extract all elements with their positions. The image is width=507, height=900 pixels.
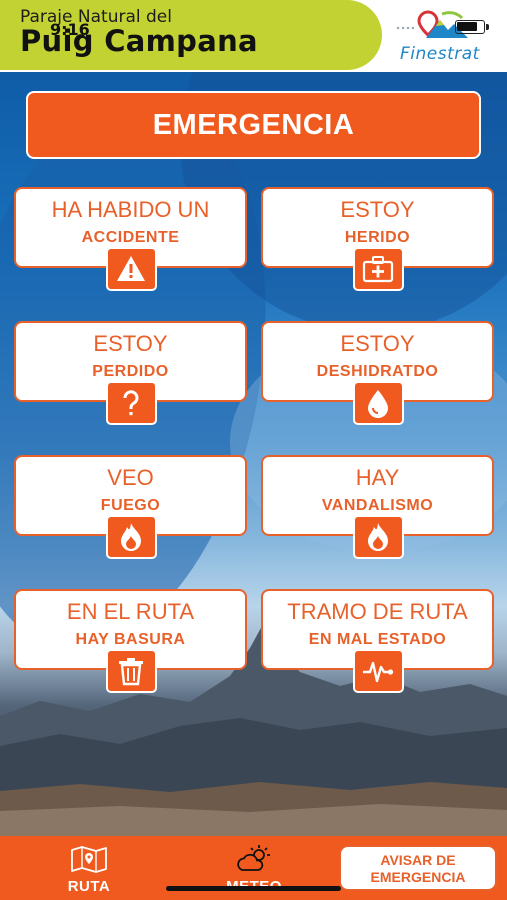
card-line1: TRAMO DE RUTA	[287, 599, 468, 624]
card-fire[interactable]: VEO FUEGO	[14, 455, 247, 559]
card-vandalism[interactable]: HAY VANDALISMO	[261, 455, 494, 559]
card-line1: EN EL RUTA	[66, 599, 195, 624]
card-line2: DESHIDRATDO	[316, 363, 439, 380]
card-line1: ESTOY	[93, 331, 168, 356]
home-indicator[interactable]	[166, 886, 341, 891]
fire-icon	[105, 515, 157, 559]
title-pill: Paraje Natural del Puig Campana 9:16	[0, 0, 382, 70]
card-accident[interactable]: HA HABIDO UN ACCIDENTE	[14, 187, 247, 291]
card-line2: EN MAL ESTADO	[308, 631, 447, 648]
card-line1: ESTOY	[340, 197, 415, 222]
card-lost[interactable]: ESTOY PERDIDO	[14, 321, 247, 425]
warning-icon	[105, 247, 157, 291]
card-line1: HA HABIDO UN	[51, 197, 210, 222]
card-bad-trail[interactable]: TRAMO DE RUTA EN MAL ESTADO	[261, 589, 494, 693]
alert-button-line2: EMERGENCIA	[370, 869, 466, 885]
card-line2: PERDIDO	[92, 363, 169, 380]
map-icon	[71, 846, 107, 873]
app-header: Paraje Natural del Puig Campana 9:16 Fin…	[0, 0, 507, 72]
card-dehydrated[interactable]: ESTOY DESHIDRATDO	[261, 321, 494, 425]
card-line2: ACCIDENTE	[81, 229, 180, 246]
card-line2: HAY BASURA	[75, 631, 186, 648]
water-drop-icon	[352, 381, 404, 425]
nav-ruta[interactable]: RUTA	[49, 844, 129, 896]
trash-icon	[105, 649, 157, 693]
logo-text: Finestrat	[400, 44, 480, 64]
card-line2: FUEGO	[100, 497, 161, 514]
card-injured[interactable]: ESTOY HERIDO	[261, 187, 494, 291]
avisar-emergencia-button[interactable]: AVISAR DE EMERGENCIA	[339, 845, 497, 891]
alert-button-line1: AVISAR DE	[380, 852, 456, 868]
battery-icon	[455, 20, 489, 34]
first-aid-kit-icon	[352, 247, 404, 291]
fire-icon	[352, 515, 404, 559]
finestrat-logo: Finestrat	[392, 6, 500, 66]
weather-icon	[237, 845, 270, 871]
card-line2: HERIDO	[344, 229, 411, 246]
card-line2: VANDALISMO	[321, 497, 434, 514]
nav-ruta-label: RUTA	[67, 878, 111, 895]
card-line1: ESTOY	[340, 331, 415, 356]
question-mark-icon	[105, 381, 157, 425]
emergency-screen: EMERGENCIA HA HABIDO UN ACCIDENTE ESTOY …	[0, 72, 507, 836]
status-time: 9:16	[50, 20, 90, 39]
heartbeat-icon	[352, 649, 404, 693]
card-line1: VEO	[107, 465, 154, 490]
card-trash[interactable]: EN EL RUTA HAY BASURA	[14, 589, 247, 693]
card-line1: HAY	[355, 465, 400, 490]
emergency-banner: EMERGENCIA	[26, 91, 481, 159]
